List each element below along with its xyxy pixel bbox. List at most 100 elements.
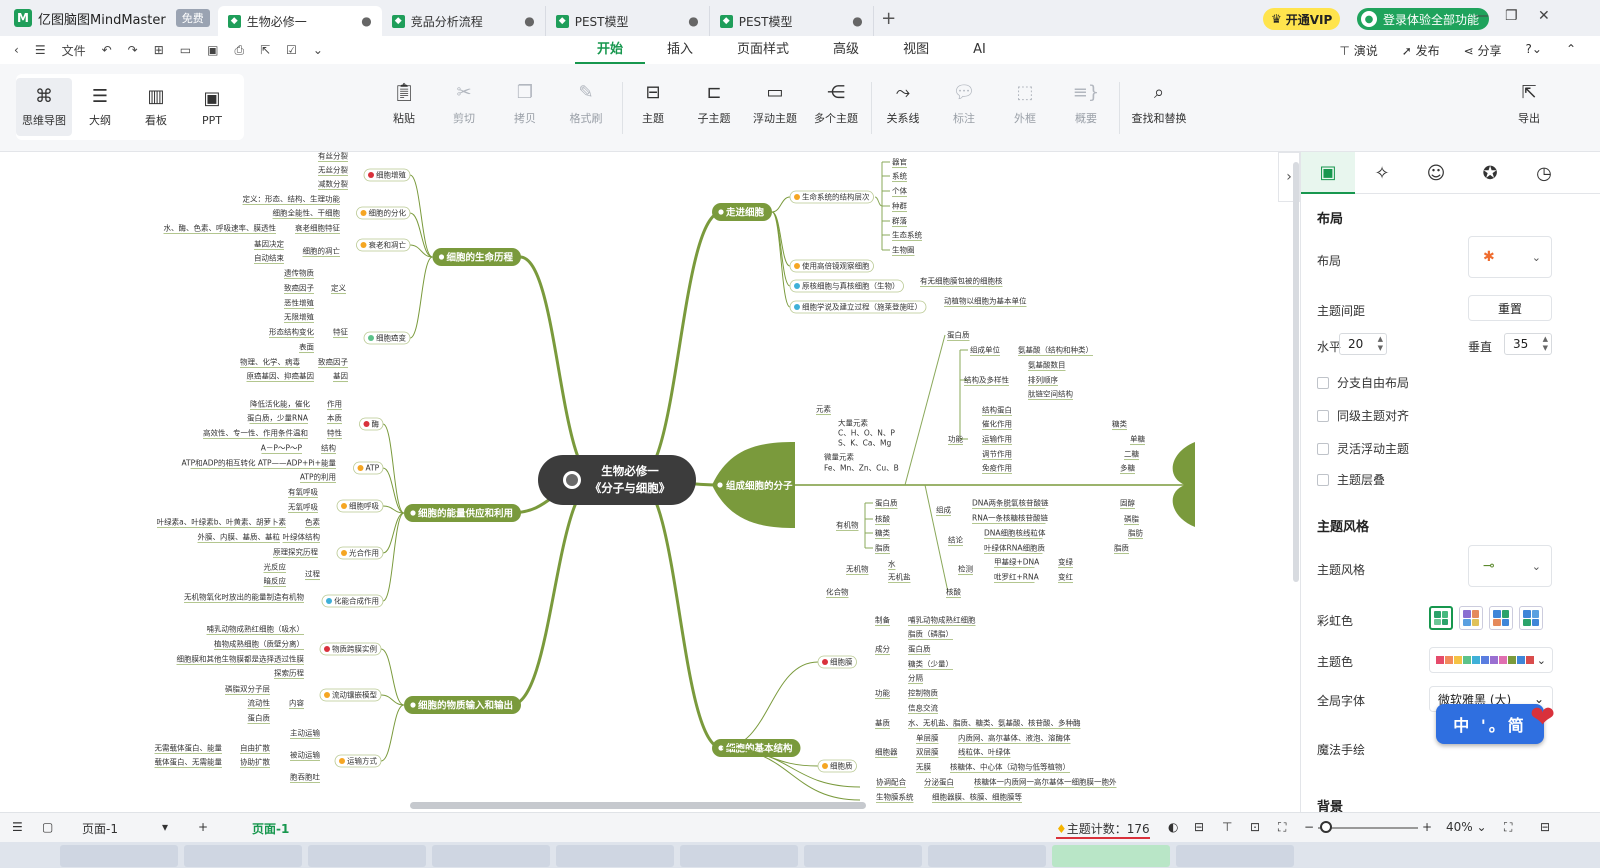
publish-button[interactable]: ➚ 发布 [1402, 42, 1440, 59]
save-icon[interactable]: ▣ [207, 43, 218, 57]
main-topic-label[interactable]: 细胞的物质输入和输出 [418, 699, 513, 711]
topic-label[interactable]: 水、酶、色素、呼吸速率、膜透性 [164, 223, 277, 233]
central-topic-subtitle[interactable]: 《分子与细胞》 [590, 481, 671, 495]
minimize-icon[interactable]: — [1475, 8, 1489, 24]
topic-label[interactable]: 有丝分裂 [318, 152, 348, 161]
topic-label[interactable]: 功能 [948, 434, 963, 444]
topic-label[interactable]: 化合物 [826, 587, 849, 597]
topic-label[interactable]: 磷脂双分子层 [225, 684, 270, 694]
topic-label[interactable]: 叶绿素a、叶绿素b、叶黄素、胡萝卜素 [157, 517, 287, 527]
topic-label[interactable]: RNA一条核糖核苷酸链 [972, 513, 1048, 523]
topic-label[interactable]: 色素 [305, 517, 320, 527]
ime-indicator[interactable]: 中 '。简 [1436, 704, 1544, 744]
new-file-icon[interactable]: ⊞ [154, 43, 164, 57]
topic-label[interactable]: 元素 [816, 404, 831, 414]
topic-label[interactable]: 物理、化学、病毒 [240, 357, 300, 367]
topic-label[interactable]: 无膜 [916, 762, 931, 772]
fit-page-icon[interactable]: ⊡ [1250, 820, 1260, 834]
topic-label[interactable]: 叶绿体结构 [283, 532, 321, 542]
topic-label[interactable]: 高效性、专一性、作用条件温和 [203, 428, 308, 438]
topic-button[interactable]: ⊟ 主题 [618, 82, 688, 126]
hamburger-icon[interactable]: ☰ [35, 43, 46, 57]
topic-label[interactable]: 原癌基因、抑癌基因 [247, 371, 315, 381]
taskbar-app[interactable] [556, 845, 674, 867]
topic-label[interactable]: 结论 [948, 535, 963, 545]
topic-label[interactable]: 减数分裂 [318, 179, 348, 189]
topic-label[interactable]: 细胞全能性、干细胞 [273, 208, 341, 218]
topic-label[interactable]: 外膜、内膜、基质、基粒 [198, 532, 281, 542]
open-folder-icon[interactable]: ▭ [180, 43, 191, 57]
topic-label[interactable]: 吡罗红+RNA [994, 572, 1040, 582]
tab-start[interactable]: 开始 [575, 36, 646, 64]
help-icon[interactable]: ?⌄ [1526, 42, 1542, 59]
horizontal-spacing-input[interactable]: 20 ▲ ▼ [1339, 333, 1387, 355]
topic-label[interactable]: 基因决定 [254, 239, 284, 249]
more-chevron-icon[interactable]: ⌄ [313, 43, 323, 57]
topic-label[interactable]: 器官 [892, 157, 907, 167]
vip-button[interactable]: ♛ 开通VIP [1263, 8, 1341, 30]
taskbar-app[interactable] [928, 845, 1046, 867]
theme-toggle-icon[interactable]: ◐ [1168, 820, 1178, 834]
taskbar-app[interactable] [308, 845, 426, 867]
topic-label[interactable]: 细胞质 [830, 761, 853, 771]
book-icon[interactable]: ⊟ [1194, 820, 1204, 834]
login-button[interactable]: ● 登录体验全部功能 [1357, 8, 1490, 30]
zoom-slider-handle[interactable] [1320, 821, 1332, 833]
topic-label[interactable]: 基质 [875, 718, 890, 728]
topic-label[interactable]: 有氧呼吸 [288, 487, 318, 497]
boundary-button[interactable]: ⬚ 外框 [990, 82, 1060, 126]
topic-label[interactable]: 细胞学说及建立过程（施莱登施旺） [802, 302, 922, 312]
topic-label[interactable]: 动植物以细胞为基本单位 [944, 296, 1027, 306]
tab-close-icon[interactable]: ● [852, 14, 862, 28]
topic-label[interactable]: 种群 [892, 201, 907, 211]
topic-label[interactable]: A－P～P～P [261, 444, 303, 453]
topic-label[interactable]: 糖类 [1112, 419, 1128, 429]
scroll-thumb[interactable] [1293, 162, 1299, 582]
relation-button[interactable]: ⤳ 关系线 [868, 82, 938, 126]
theme-color-select[interactable]: ⌄ [1429, 647, 1553, 673]
central-topic-title[interactable]: 生物必修一 [601, 464, 659, 478]
multi-topic-button[interactable]: ⋲ 多个主题 [801, 82, 871, 126]
topic-label[interactable]: 调节作用 [982, 449, 1012, 459]
topic-label[interactable]: 协助扩散 [240, 757, 270, 767]
topic-label[interactable]: 定义：形态、结构、生理功能 [243, 194, 341, 204]
topic-label[interactable]: 本质 [327, 413, 342, 423]
align-topics-checkbox[interactable]: 同级主题对齐 [1317, 407, 1409, 424]
doc-tab-4[interactable]: ◆ PEST模型 ● [710, 6, 874, 36]
format-brush-button[interactable]: ✎ 格式刷 [551, 82, 621, 126]
central-topic-node[interactable] [538, 455, 696, 505]
topic-label[interactable]: 分泌蛋白 [924, 777, 954, 787]
taskbar-app[interactable] [432, 845, 550, 867]
topic-label[interactable]: C、H、O、N、P [838, 429, 895, 438]
topic-label[interactable]: 氨基酸（结构和种类） [1018, 345, 1093, 355]
outline-toggle-icon[interactable]: ☰ [12, 820, 23, 834]
topic-label[interactable]: 细胞器膜、核膜、细胞膜等 [932, 792, 1022, 802]
fullscreen-fit-icon[interactable]: ⛶ [1278, 820, 1286, 835]
topic-label[interactable]: 生态系统 [892, 230, 922, 240]
panel-tab-theme[interactable]: ✪ [1463, 152, 1517, 194]
checkbox-icon[interactable]: ☑ [286, 43, 297, 57]
free-layout-checkbox[interactable]: 分支自由布局 [1317, 374, 1409, 391]
topic-label[interactable]: 结构及多样性 [964, 375, 1009, 385]
topic-label[interactable]: 功能 [875, 688, 890, 698]
topic-label[interactable]: 生物膜系统 [876, 792, 914, 802]
topic-label[interactable]: 协调配合 [876, 777, 906, 787]
topic-label[interactable]: 探索历程 [274, 668, 304, 678]
layout-select[interactable]: ✱ ⌄ [1468, 236, 1552, 278]
tab-close-icon[interactable]: ● [524, 14, 534, 28]
topic-label[interactable]: 单层膜 [916, 733, 939, 743]
topic-label[interactable]: 氨基酸数目 [1028, 360, 1066, 370]
zoom-in-icon[interactable]: + [1422, 820, 1432, 834]
tab-page-style[interactable]: 页面样式 [715, 36, 811, 64]
topic-label[interactable]: 衰老细胞特征 [295, 223, 340, 233]
topic-label[interactable]: 脂质 [875, 543, 890, 553]
print-icon[interactable]: ⎙ [234, 43, 244, 58]
topic-label[interactable]: 降低活化能，催化 [250, 399, 310, 409]
topic-label[interactable]: 脂质（磷脂） [908, 629, 953, 639]
topic-label[interactable]: 生物圈 [892, 245, 915, 255]
topic-label[interactable]: 作用 [327, 399, 342, 409]
topic-label[interactable]: 无氧呼吸 [288, 502, 318, 512]
topic-label[interactable]: 运输作用 [982, 434, 1012, 444]
close-window-icon[interactable]: ✕ [1538, 8, 1550, 24]
topic-label[interactable]: 蛋白质 [908, 644, 931, 654]
